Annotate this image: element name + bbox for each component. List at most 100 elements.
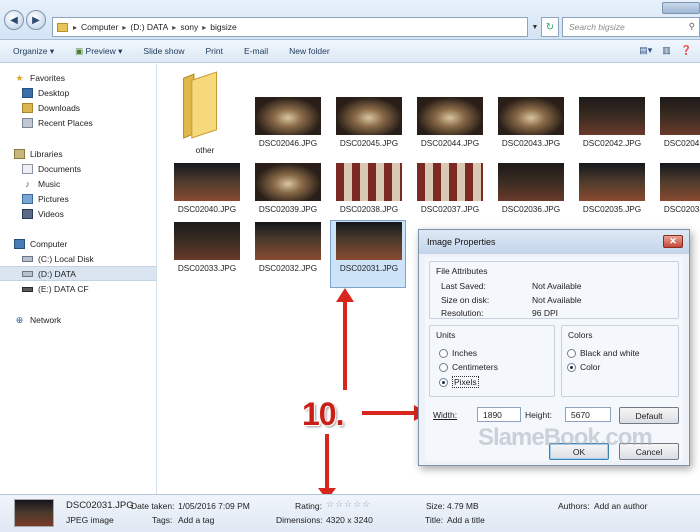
file-thumbnail[interactable]: DSC02040.JPG <box>168 163 246 221</box>
nav-e-drive[interactable]: (E:) DATA CF <box>22 282 89 296</box>
image-thumbnail <box>255 163 321 201</box>
date-taken-value[interactable]: 1/05/2016 7:09 PM <box>178 501 250 511</box>
nav-pictures[interactable]: Pictures <box>22 192 69 206</box>
annotation-arrow-down <box>325 434 329 492</box>
pictures-icon <box>22 194 33 204</box>
breadcrumb-sony[interactable]: sony <box>180 22 198 32</box>
image-thumbnail <box>174 222 240 260</box>
arrow-up-head-icon <box>336 288 354 302</box>
authors-value[interactable]: Add an author <box>594 501 647 511</box>
watermark: SlameBook.com <box>478 424 653 451</box>
step-number-label: 10. <box>302 396 344 432</box>
tags-value[interactable]: Add a tag <box>178 515 214 525</box>
navigation-pane: ★ Favorites Desktop Downloads Recent Pla… <box>0 64 157 494</box>
annotation-arrow-up <box>343 298 347 390</box>
new-folder-button[interactable]: New folder <box>275 46 337 56</box>
nav-d-drive[interactable]: (D:) DATA <box>22 267 76 281</box>
height-label: Height: <box>525 410 552 420</box>
image-thumbnail <box>255 97 321 135</box>
breadcrumb-bigsize[interactable]: bigsize <box>210 22 236 32</box>
address-field[interactable]: ▸ Computer ▸ (D:) DATA ▸ sony ▸ bigsize <box>52 17 528 37</box>
file-thumbnail[interactable]: DSC02044.JPG <box>411 97 489 155</box>
file-thumbnail[interactable]: DSC02039.JPG <box>249 163 327 221</box>
search-input[interactable]: Search bigsize ⚲ <box>562 17 700 37</box>
nav-network[interactable]: ⊕ Network <box>14 313 61 327</box>
drive-icon <box>22 271 33 277</box>
preview-icon: ▣ <box>75 45 86 56</box>
window-close-button[interactable] <box>662 2 700 14</box>
documents-icon <box>22 164 33 174</box>
breadcrumb-computer[interactable]: Computer <box>81 22 118 32</box>
color-radio[interactable]: Color <box>567 362 600 372</box>
organize-button[interactable]: Organize ▾ <box>0 46 61 57</box>
preview-button[interactable]: ▣ Preview ▾ <box>61 46 129 57</box>
inches-radio[interactable]: Inches <box>439 348 477 358</box>
file-thumbnail[interactable]: DSC02032.JPG <box>249 222 327 280</box>
file-thumbnail[interactable]: DSC02036.JPG <box>492 163 570 221</box>
image-thumbnail <box>255 222 321 260</box>
image-thumbnail <box>417 163 483 201</box>
rating-stars[interactable]: ☆☆☆☆☆ <box>326 499 371 510</box>
recent-places-icon <box>22 118 33 128</box>
star-icon: ★ <box>15 72 24 83</box>
nav-downloads[interactable]: Downloads <box>22 101 80 115</box>
colors-group: Colors <box>561 325 679 397</box>
file-thumbnail[interactable]: DSC02043.JPG <box>492 97 570 155</box>
file-thumbnail[interactable]: DSC02035.JPG <box>573 163 651 221</box>
nav-computer[interactable]: Computer <box>14 237 67 251</box>
email-button[interactable]: E-mail <box>230 46 275 56</box>
file-thumbnail[interactable]: DSC02034.JPG <box>654 163 700 221</box>
nav-desktop[interactable]: Desktop <box>22 86 69 100</box>
nav-libraries[interactable]: Libraries <box>14 147 63 161</box>
width-input[interactable]: 1890 <box>477 407 521 422</box>
annotation-arrow-right <box>362 411 418 415</box>
image-thumbnail <box>498 163 564 201</box>
nav-recent-places[interactable]: Recent Places <box>22 116 93 130</box>
folder-other[interactable]: other <box>166 70 244 155</box>
image-thumbnail <box>336 163 402 201</box>
file-thumbnail[interactable]: DSC02038.JPG <box>330 163 408 221</box>
width-label: Width: <box>433 410 458 420</box>
default-button[interactable]: Default <box>619 407 679 424</box>
address-dropdown-icon[interactable]: ▼ <box>529 17 541 37</box>
centimeters-radio[interactable]: Centimeters <box>439 362 498 372</box>
image-thumbnail <box>579 163 645 201</box>
title-value[interactable]: Add a title <box>447 515 485 525</box>
file-thumbnail-selected[interactable]: DSC02031.JPG <box>330 222 408 280</box>
image-thumbnail <box>498 97 564 135</box>
dialog-close-button[interactable]: ✕ <box>663 235 683 248</box>
image-thumbnail <box>660 163 700 201</box>
refresh-icon[interactable]: ↻ <box>541 17 559 37</box>
pixels-radio[interactable]: Pixels <box>439 376 479 388</box>
black-and-white-radio[interactable]: Black and white <box>567 348 640 358</box>
height-input[interactable]: 5670 <box>565 407 611 422</box>
nav-favorites[interactable]: ★ Favorites <box>14 71 65 85</box>
image-thumbnail <box>579 97 645 135</box>
dimensions-value: 4320 x 3240 <box>326 515 373 525</box>
view-options-icon[interactable]: ▤▾ <box>639 45 652 56</box>
nav-c-drive[interactable]: (C:) Local Disk <box>22 252 94 266</box>
image-thumbnail <box>660 97 700 135</box>
forward-button[interactable]: ▶ <box>26 10 46 30</box>
print-button[interactable]: Print <box>192 46 230 56</box>
drive-icon <box>22 256 33 262</box>
help-icon[interactable]: ❓ <box>681 45 692 56</box>
file-thumbnail[interactable]: DSC02042.JPG <box>573 97 651 155</box>
file-thumbnail[interactable]: DSC02045.JPG <box>330 97 408 155</box>
network-icon: ⊕ <box>15 314 24 325</box>
breadcrumb-d-drive[interactable]: (D:) DATA <box>130 22 168 32</box>
nav-music[interactable]: ♪ Music <box>22 177 60 191</box>
desktop-icon <box>22 88 33 98</box>
back-button[interactable]: ◀ <box>4 10 24 30</box>
file-thumbnail[interactable]: DSC02037.JPG <box>411 163 489 221</box>
file-thumbnail[interactable]: DSC02041.JPG <box>654 97 700 155</box>
file-thumbnail[interactable]: DSC02033.JPG <box>168 222 246 280</box>
preview-pane-icon[interactable]: ▥ <box>662 45 671 56</box>
nav-documents[interactable]: Documents <box>22 162 81 176</box>
videos-icon <box>22 209 33 219</box>
dialog-titlebar: Image Properties <box>419 230 689 254</box>
slideshow-button[interactable]: Slide show <box>129 46 191 56</box>
file-thumbnail[interactable]: DSC02046.JPG <box>249 97 327 155</box>
command-bar: Organize ▾ ▣ Preview ▾ Slide show Print … <box>0 40 700 63</box>
nav-videos[interactable]: Videos <box>22 207 64 221</box>
